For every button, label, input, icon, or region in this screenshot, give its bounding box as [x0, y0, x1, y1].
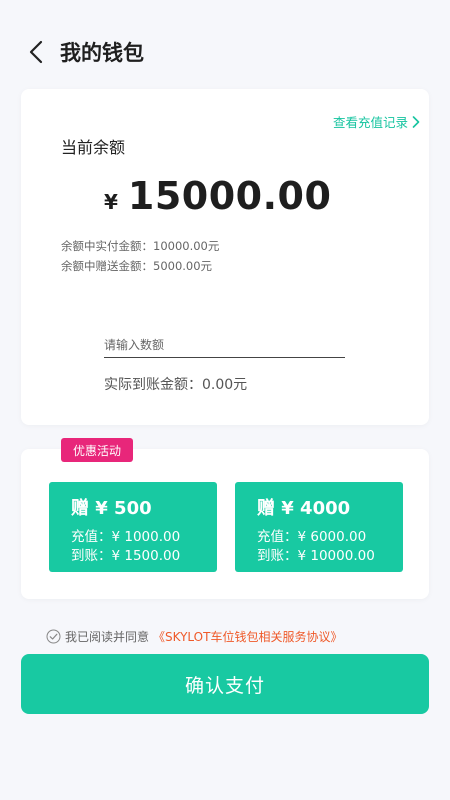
- back-arrow-icon: [29, 40, 43, 64]
- currency-symbol: ¥: [104, 190, 118, 214]
- gift-amount-text: 余额中赠送金额：5000.00元: [61, 259, 213, 273]
- agreement-checkbox-icon[interactable]: [46, 629, 61, 644]
- offer-recharge-amount: 充值：¥ 6000.00: [257, 529, 367, 545]
- offer-receive-amount: 到账：¥ 10000.00: [257, 548, 375, 564]
- offer-receive-amount: 到账：¥ 1500.00: [71, 548, 181, 564]
- actual-amount-text: 实际到账金额：0.00元: [104, 377, 248, 393]
- amount-input-field: [104, 334, 345, 358]
- balance-label: 当前余额: [61, 138, 126, 157]
- offer-recharge-amount: 充值：¥ 1000.00: [71, 529, 181, 545]
- top-bar: 我的钱包: [0, 0, 450, 90]
- offer-card-4000[interactable]: 赠 ¥ 4000 充值：¥ 6000.00 到账：¥ 10000.00: [235, 482, 403, 572]
- offer-bonus: 赠 ¥ 4000: [257, 498, 351, 519]
- page-title: 我的钱包: [60, 41, 144, 65]
- agreement-prefix: 我已阅读并同意: [65, 630, 150, 644]
- recharge-record-label: 查看充值记录: [332, 115, 408, 130]
- service-agreement-link[interactable]: 《SKYLOT车位钱包相关服务协议》: [153, 628, 342, 645]
- back-button[interactable]: [22, 36, 50, 68]
- paid-amount-text: 余额中实付金额：10000.00元: [61, 239, 220, 253]
- amount-input[interactable]: [104, 334, 345, 356]
- recharge-record-link[interactable]: 查看充值记录: [333, 112, 420, 131]
- offer-card-500[interactable]: 赠 ¥ 500 充值：¥ 1000.00 到账：¥ 1500.00: [49, 482, 217, 572]
- agreement-row: 我已阅读并同意 《SKYLOT车位钱包相关服务协议》: [46, 628, 342, 645]
- chevron-right-icon: [412, 115, 420, 128]
- confirm-payment-button[interactable]: 确认支付: [21, 654, 429, 714]
- offer-bonus: 赠 ¥ 500: [71, 498, 152, 519]
- balance-value: 15000.00: [127, 174, 332, 218]
- promotion-badge: 优惠活动: [61, 438, 133, 462]
- balance-amount: ¥ 15000.00: [104, 174, 331, 218]
